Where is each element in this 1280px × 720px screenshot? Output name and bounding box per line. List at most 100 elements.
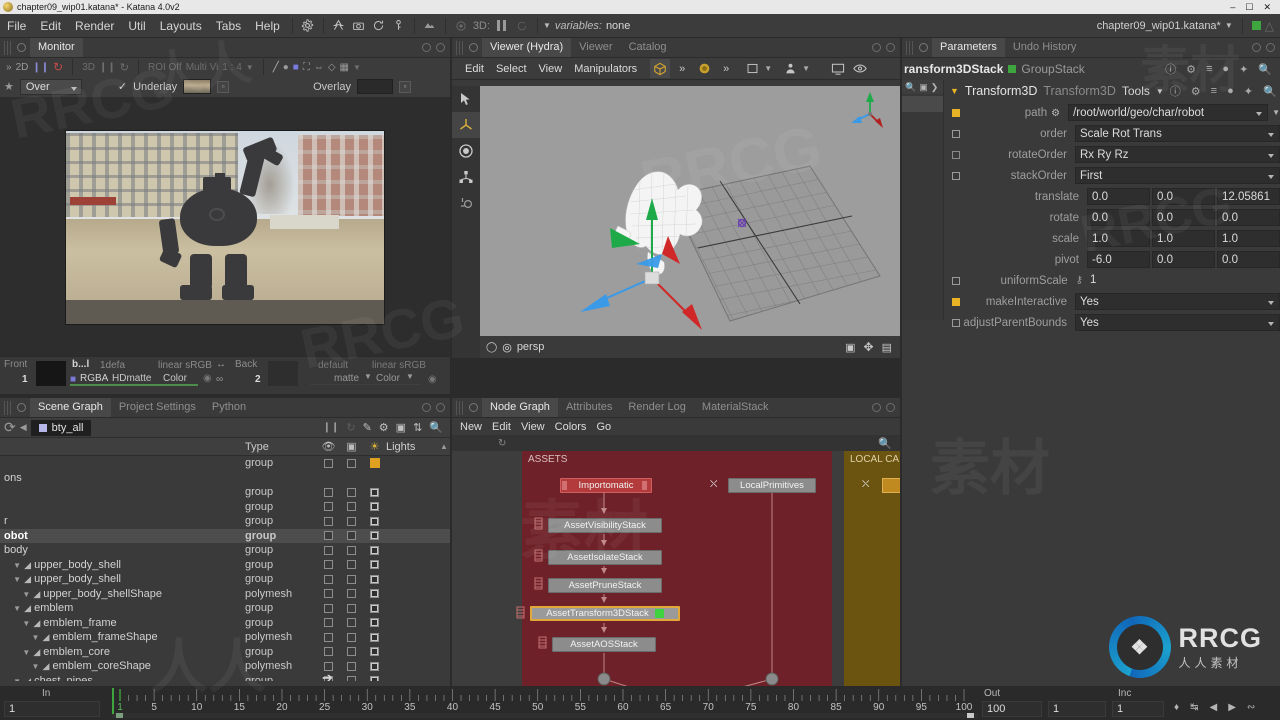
cell-visibility[interactable] [317,487,340,497]
gear-icon[interactable]: ⚙ [1051,108,1060,119]
breadcrumb-node-name[interactable]: ransform3DStack [904,62,1003,76]
menu-render[interactable]: Render [68,14,121,38]
scene-graph-root-pill[interactable]: bty_all [30,419,92,436]
parameters-side-item[interactable] [902,96,943,112]
pause-icon[interactable] [492,16,512,36]
camera-icon[interactable]: ▣ [340,440,363,453]
pane-menu-icon[interactable] [17,43,26,52]
checkbox[interactable] [347,458,356,468]
fit-icon[interactable]: ⛶ [303,62,310,73]
parameter-state-icon[interactable] [952,171,960,180]
table-row[interactable]: body group [0,543,450,558]
chevron-down-icon[interactable]: ▼ [353,63,361,72]
chevron-down-icon[interactable]: ▼ [406,372,414,381]
cell-light[interactable] [363,516,386,526]
variables-selector[interactable]: ▼ variables: none [543,20,630,32]
gear-icon[interactable] [298,16,318,36]
sliders-icon[interactable]: ≡ [1211,85,1217,97]
tab-viewer-hydra[interactable]: Viewer (Hydra) [482,38,572,57]
cell-visibility[interactable] [317,502,340,512]
parameter-state-icon[interactable] [952,150,960,159]
table-row[interactable]: ▼ ◢ emblem_core group [0,645,450,660]
cell-light[interactable] [363,603,386,613]
table-row[interactable]: group [0,500,450,515]
expand-icon[interactable]: » [6,62,12,73]
checkbox[interactable] [370,661,379,671]
node-port-in[interactable] [562,481,567,490]
viewer-menu-edit[interactable]: Edit [460,63,489,75]
timeline-track[interactable]: 1 5 10 15 20 25 30 35 40 45 50 55 60 65 70 75 80 85 90 95 10… [112,686,978,720]
recycle-icon[interactable] [329,16,349,36]
pause-3d-icon[interactable]: ❙❙ [99,62,116,73]
camera-icon[interactable]: ▣ [396,421,406,434]
checkbox[interactable] [370,560,379,570]
cell-light[interactable] [363,661,386,671]
bounding-box-icon[interactable] [650,59,671,78]
tab-undo-history[interactable]: Undo History [1005,38,1085,57]
chevron-down-icon[interactable]: ▼ [1272,108,1280,117]
cell-visibility[interactable] [317,531,340,541]
search-icon[interactable]: 🔍 [905,82,916,93]
menu-edit[interactable]: Edit [33,14,68,38]
chevron-right-icon[interactable]: ❯ [931,82,939,93]
scale-manipulator-icon[interactable] [452,164,480,190]
cell-visibility[interactable] [317,560,340,570]
underlay-check-icon[interactable]: ✓ [118,80,127,93]
node-localprimitives[interactable]: LocalPrimitives [728,478,816,493]
visibility-eye-icon[interactable]: 👁 [317,440,340,453]
menu-layouts[interactable]: Layouts [153,14,209,38]
parameter-field-scale-2[interactable]: 1.0 [1217,230,1280,247]
cell-camera[interactable] [340,632,363,642]
checkbox[interactable] [347,618,356,628]
back-lock-icon[interactable]: ◉ [428,374,437,385]
eye-icon[interactable] [850,59,870,78]
filmstrip-icon[interactable]: ▦ [340,62,349,73]
node-assetprunestack[interactable]: AssetPruneStack [548,578,662,593]
pause-icon[interactable]: ❙❙ [323,422,340,433]
table-row[interactable]: ▼ ◢ upper_body_shell group [0,572,450,587]
checkbox[interactable] [347,647,356,657]
translate-manipulator-icon[interactable] [452,112,480,138]
parameter-vector-translate[interactable]: 0.0 0.0 12.05861 [1087,188,1280,205]
cell-light[interactable] [363,647,386,657]
table-row[interactable]: ▼ ◢ emblem group [0,601,450,616]
table-row[interactable]: group [0,456,450,471]
expand-icon[interactable]: » [672,59,692,78]
table-row[interactable]: obot group [0,528,450,543]
parameter-state-icon[interactable] [952,276,960,285]
tab-scene-graph[interactable]: Scene Graph [30,398,111,417]
close-pane-icon[interactable] [886,403,895,412]
checkbox[interactable] [324,647,333,657]
chevron-down-icon[interactable]: ▼ [543,21,551,30]
tab-node-graph[interactable]: Node Graph [482,398,558,417]
node-graph-canvas[interactable]: ASSETS LOCAL CA Importomatic LocalPrimit… [452,451,900,709]
info-icon[interactable]: ⓘ [1170,83,1181,99]
front-lock-icon[interactable]: ◉ [203,373,212,384]
parameter-state-icon[interactable] [952,318,960,327]
cell-visibility[interactable] [317,516,340,526]
checkbox[interactable] [347,487,356,497]
checkbox[interactable] [324,458,333,468]
checkbox[interactable] [347,502,356,512]
compare-icon[interactable]: ⇔ [314,62,324,73]
close-pane-icon[interactable] [886,43,895,52]
parameter-dropdown-path[interactable]: /root/world/geo/char/robot [1068,104,1269,121]
tab-project-settings[interactable]: Project Settings [111,398,204,417]
checkbox[interactable] [370,632,379,642]
back-colorspace[interactable]: linear sRGB [372,360,426,371]
chevron-down-icon[interactable]: ▼ [364,372,372,381]
checkbox[interactable] [347,531,356,541]
checkbox[interactable] [324,632,333,642]
parameter-field-rotate-2[interactable]: 0.0 [1217,209,1280,226]
search-icon[interactable]: 🔍 [429,421,443,434]
cell-camera[interactable] [340,560,363,570]
roi-toggle[interactable]: ROI Off [148,62,182,73]
viewer-menu-select[interactable]: Select [491,63,532,75]
cell-camera[interactable] [340,647,363,657]
timeline-scroll-end[interactable] [967,713,974,718]
ng-menu-new[interactable]: New [456,421,486,433]
ng-menu-edit[interactable]: Edit [488,421,515,433]
cell-light[interactable] [363,531,386,541]
cell-light[interactable] [363,458,386,469]
cell-camera[interactable] [340,531,363,541]
